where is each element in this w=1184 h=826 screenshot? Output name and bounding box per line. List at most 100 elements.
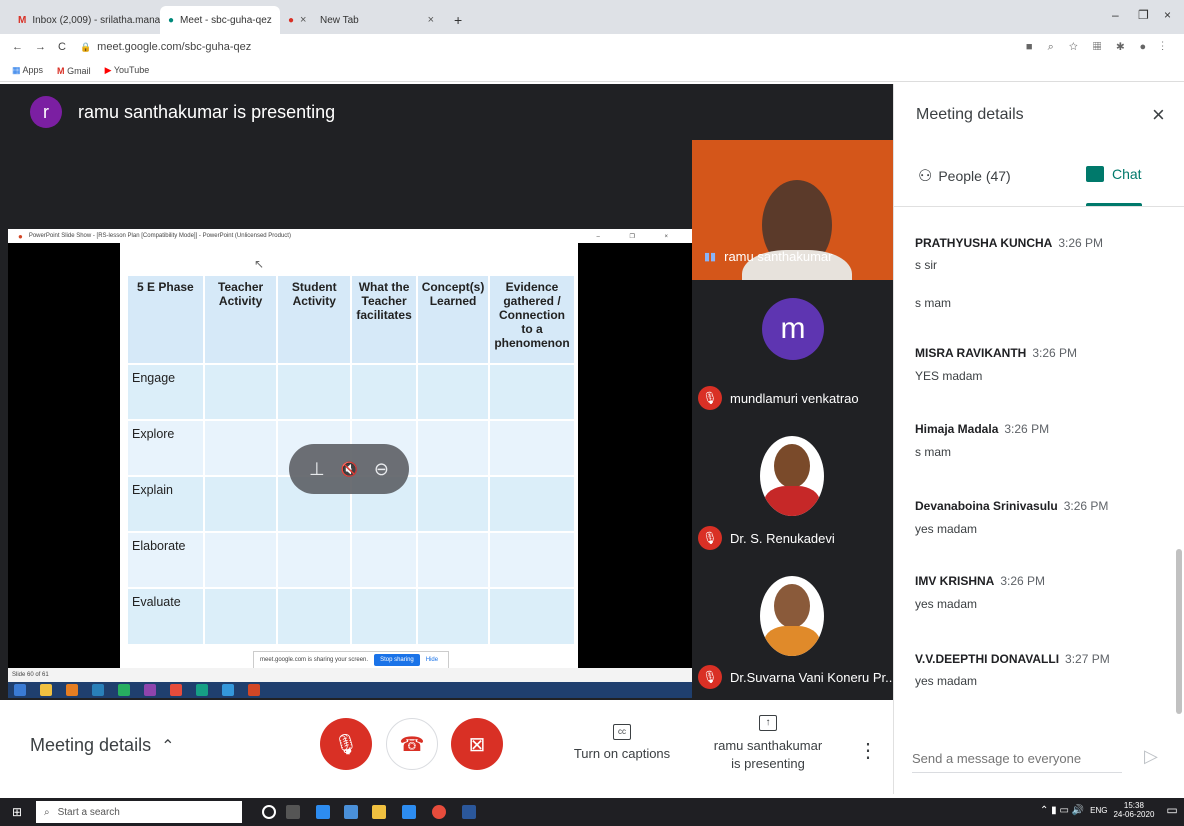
send-icon[interactable]: ▷: [1144, 746, 1158, 767]
reload-icon[interactable]: C: [58, 41, 66, 53]
app-icon: [222, 684, 234, 696]
meeting-details-button[interactable]: Meeting details ⌃: [30, 735, 174, 756]
table-row: Elaborate: [128, 531, 576, 588]
participant-name: 🎙 Dr.Suvarna Vani Koneru Pr...: [698, 665, 896, 689]
participant-name: 🎙 mundlamuri venkatrao: [698, 386, 859, 410]
tab-gmail[interactable]: M Inbox (2,009) - srilatha.manam@ ×: [10, 6, 160, 34]
chrome-icon[interactable]: [432, 805, 446, 819]
chat-message: yes madam: [915, 597, 978, 611]
panel-title: Meeting details: [916, 106, 1024, 123]
participant-name: 🎙 Dr. S. Renukadevi: [698, 526, 835, 550]
windows-icon: [14, 684, 26, 696]
presenting-header: r ramu santhakumar is presenting: [0, 84, 893, 140]
app-icon: [196, 684, 208, 696]
mute-audio-icon[interactable]: 🔇: [341, 461, 358, 478]
phase-cell: Explore: [128, 419, 205, 476]
tab-new-tab[interactable]: New Tab ×: [312, 6, 442, 34]
tab-people[interactable]: ⚇ People (47): [918, 166, 1011, 186]
close-tab-icon[interactable]: ×: [300, 14, 306, 26]
notifications-icon[interactable]: ▭: [1166, 803, 1177, 817]
microphone-toggle-button[interactable]: 🎙: [320, 718, 372, 770]
lock-icon: 🔒: [79, 41, 92, 52]
present-screen-icon: ↑: [759, 715, 777, 731]
chat-message-input[interactable]: [912, 751, 1122, 773]
presenting-button[interactable]: ↑ ramu santhakumar is presenting: [712, 712, 824, 773]
minimize-icon[interactable]: –: [1112, 8, 1119, 22]
back-icon[interactable]: ←: [12, 41, 23, 53]
participant-photo: [760, 576, 824, 656]
forward-icon[interactable]: →: [35, 41, 46, 53]
extension-icons[interactable]: ■ ⌕ ☆ ▦ ✱ ● ⋮: [1026, 41, 1170, 54]
bookmark-apps[interactable]: ▦ Apps: [12, 65, 43, 76]
new-tab-button[interactable]: +: [446, 6, 470, 34]
leave-call-button[interactable]: ☎: [386, 718, 438, 770]
chat-message: yes madam: [915, 674, 978, 688]
cortana-icon[interactable]: [262, 805, 276, 819]
captions-button[interactable]: cc Turn on captions: [572, 722, 672, 761]
hang-up-icon: ☎: [399, 733, 425, 756]
taskbar-search[interactable]: ⌕ Start a search: [36, 801, 242, 823]
record-icon: ●: [288, 14, 295, 26]
restore-icon[interactable]: ❐: [1138, 8, 1149, 22]
camera-toggle-button[interactable]: ⊠: [451, 718, 503, 770]
app-icon: [118, 684, 130, 696]
browser-tab-bar: M Inbox (2,009) - srilatha.manam@ × ● Me…: [0, 0, 1184, 34]
table-header: Evidence gathered / Connection to a phen…: [489, 276, 576, 364]
close-tab-icon[interactable]: ×: [428, 14, 434, 26]
presentation-hover-controls: ⊥ 🔇 ⊖: [289, 444, 409, 494]
chevron-up-icon: ⌃: [161, 737, 175, 755]
clock[interactable]: 15:38 24-06-2020: [1113, 801, 1154, 819]
apps-grid-icon: ▦: [12, 65, 21, 75]
table-header: Student Activity: [277, 276, 353, 364]
participant-name-main: ▮▮ ramu santhakumar: [704, 249, 833, 264]
ie-icon: [92, 684, 104, 696]
mail-icon[interactable]: [402, 805, 416, 819]
chat-sender: IMV KRISHNA 3:26 PM: [915, 574, 1046, 588]
youtube-icon: ▶: [104, 65, 112, 75]
tab-meet[interactable]: ● Meet - sbc-guha-qez: [160, 6, 280, 34]
chat-sender: V.V.DEEPTHI DONAVALLI 3:27 PM: [915, 652, 1110, 666]
camera-off-icon: ⊠: [468, 733, 486, 756]
chat-sender: Devanaboina Srinivasulu 3:26 PM: [915, 499, 1109, 513]
system-tray: ⌃ ▮ ▭ 🔊 ENG 15:38 24-06-2020 ▭: [1040, 801, 1178, 819]
pin-icon[interactable]: ⊥: [309, 459, 325, 480]
tray-icons[interactable]: ⌃ ▮ ▭ 🔊: [1040, 805, 1084, 816]
ppt-window-title: ● PowerPoint Slide Show - [RS-lesson Pla…: [8, 229, 692, 243]
chat-message: s sir: [915, 258, 937, 272]
remove-icon[interactable]: ⊖: [374, 459, 389, 480]
phase-cell: Engage: [128, 363, 205, 420]
mic-off-icon: 🎙: [698, 386, 722, 410]
chat-icon: [1086, 166, 1104, 182]
speaking-icon: ▮▮: [704, 251, 717, 263]
task-view-icon[interactable]: [286, 805, 300, 819]
file-explorer-icon[interactable]: [344, 805, 358, 819]
hide-button[interactable]: Hide: [426, 657, 438, 663]
bookmark-youtube[interactable]: ▶ YouTube: [105, 65, 150, 76]
table-header: Teacher Activity: [203, 276, 279, 364]
ppt-window-controls[interactable]: – ❐ ×: [596, 233, 682, 240]
more-options-icon[interactable]: ⋮: [858, 738, 878, 763]
bookmark-gmail[interactable]: M Gmail: [57, 66, 91, 76]
stop-sharing-button[interactable]: Stop sharing: [374, 654, 420, 666]
edge-icon[interactable]: [316, 805, 330, 819]
table-row: Evaluate: [128, 587, 576, 644]
tab-chat[interactable]: Chat: [1086, 166, 1142, 182]
search-icon: ⌕: [44, 806, 50, 818]
powerpoint-icon: [248, 684, 260, 696]
word-icon[interactable]: [462, 805, 476, 819]
phase-cell: Elaborate: [128, 531, 205, 588]
recording-tab-indicator[interactable]: ● ×: [280, 6, 310, 34]
shared-taskbar: [8, 682, 692, 698]
chat-scrollbar[interactable]: [1176, 549, 1182, 714]
close-icon[interactable]: ×: [1152, 102, 1165, 128]
mic-off-icon: 🎙: [698, 526, 722, 550]
url-field[interactable]: meet.google.com/sbc-guha-qez: [97, 41, 251, 53]
app-icon: [144, 684, 156, 696]
store-icon[interactable]: [372, 805, 386, 819]
phase-cell: Explain: [128, 475, 205, 532]
gmail-icon: M: [57, 65, 65, 76]
close-window-icon[interactable]: ×: [1164, 8, 1171, 22]
windows-start-icon[interactable]: ⊞: [12, 805, 22, 819]
chat-message: s mam: [915, 296, 951, 310]
table-header: Concept(s) Learned: [417, 276, 491, 364]
